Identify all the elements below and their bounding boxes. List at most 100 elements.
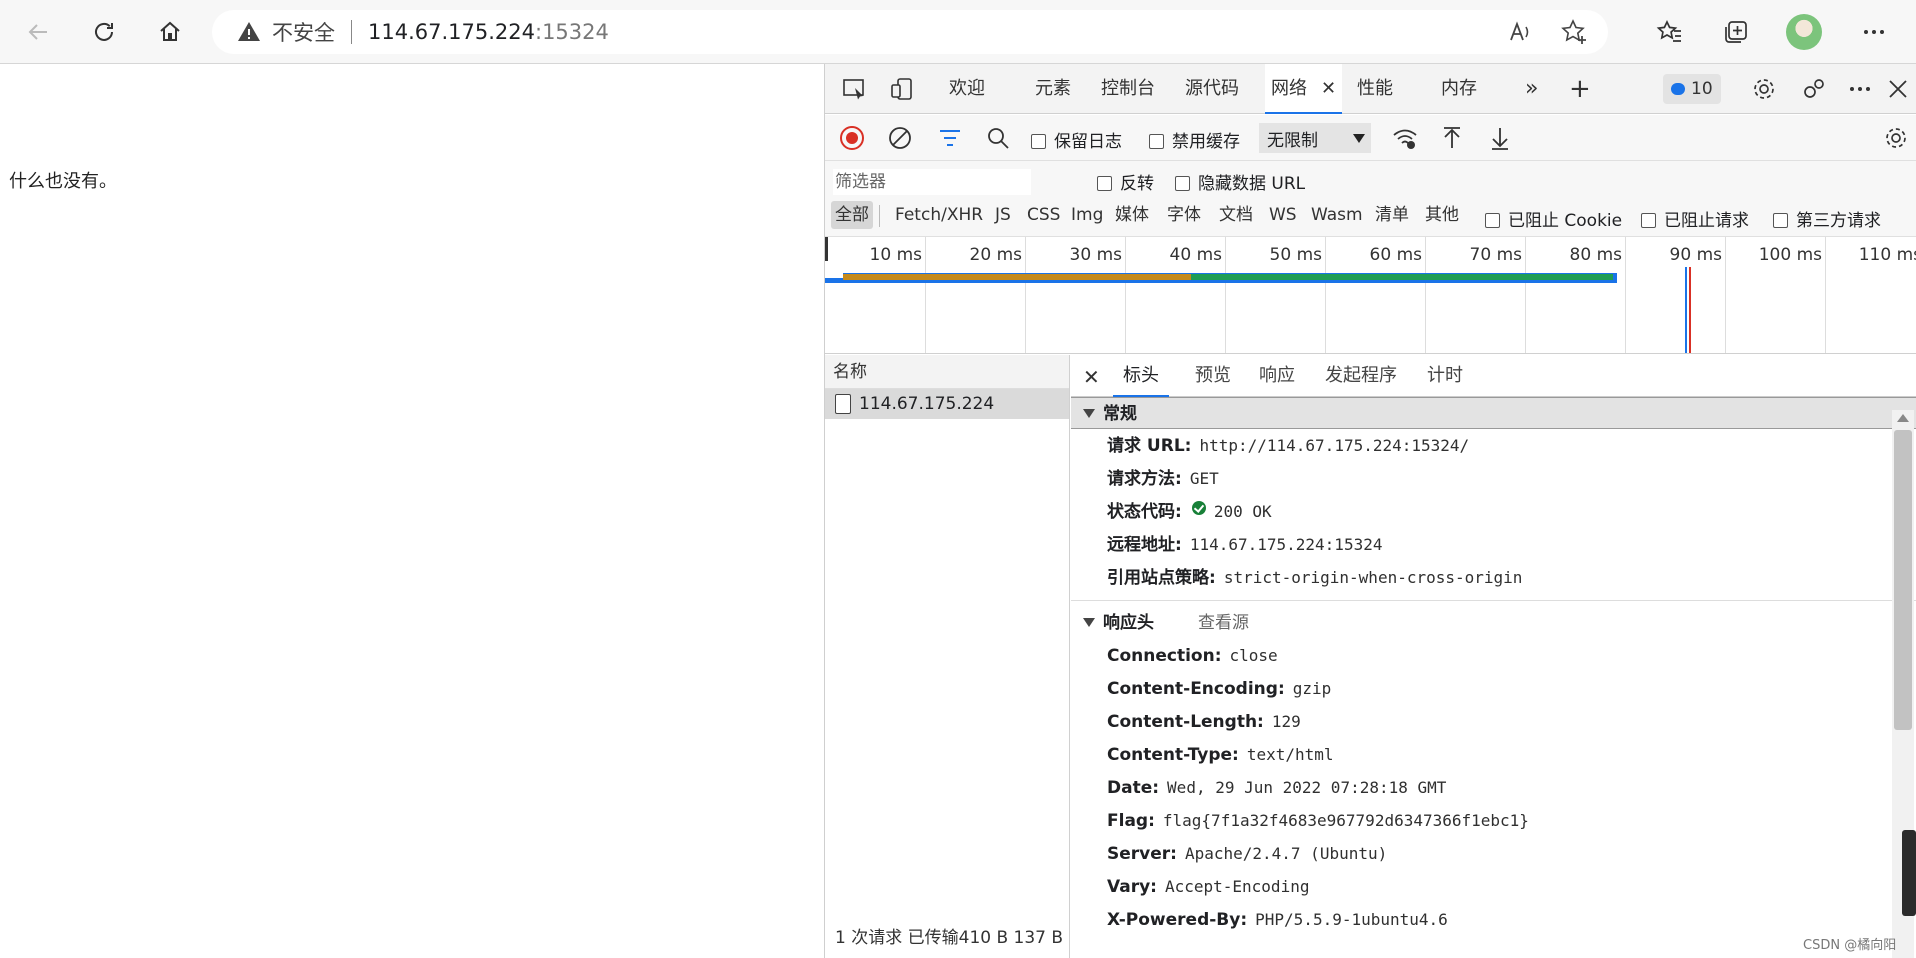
filter-type-img[interactable]: Img	[1071, 201, 1103, 229]
tab-performance[interactable]: 性能	[1357, 64, 1393, 114]
type-divider	[879, 205, 880, 227]
clear-icon[interactable]	[887, 125, 913, 156]
address-bar-icons	[1506, 18, 1588, 46]
remote-address-label: 远程地址:	[1107, 535, 1182, 555]
device-emulation-icon[interactable]	[889, 76, 915, 107]
hide-data-urls-checkbox[interactable]: 隐藏数据 URL	[1175, 169, 1305, 194]
tab-sources[interactable]: 源代码	[1185, 64, 1239, 114]
export-har-icon[interactable]	[1487, 125, 1513, 156]
network-conditions-icon[interactable]	[1391, 125, 1419, 158]
preserve-log-box[interactable]	[1031, 134, 1046, 149]
view-source-link[interactable]: 查看源	[1198, 613, 1249, 633]
remote-address-row: 远程地址: 114.67.175.224:15324	[1071, 528, 1916, 561]
general-section-header[interactable]: 常规	[1071, 397, 1916, 429]
devtools-panel: 欢迎 元素 控制台 源代码 网络 ✕ 性能 内存 » + 10 保留日志 禁用缓…	[824, 64, 1916, 958]
customize-icon[interactable]	[1801, 76, 1827, 107]
disable-cache-checkbox[interactable]: 禁用缓存	[1149, 127, 1240, 152]
messages-badge[interactable]: 10	[1663, 74, 1721, 104]
blocked-cookies-checkbox[interactable]: 已阻止 Cookie	[1485, 206, 1622, 231]
profile-avatar[interactable]	[1786, 14, 1822, 50]
header-value: 129	[1271, 712, 1301, 731]
add-favorite-icon[interactable]	[1560, 18, 1588, 46]
referrer-policy-label: 引用站点策略:	[1107, 568, 1216, 588]
disable-cache-box[interactable]	[1149, 134, 1164, 149]
scroll-thumb[interactable]	[1894, 430, 1912, 730]
status-summary: 1 次请求 已传输410 B 137 B 条资源	[835, 928, 1065, 948]
tab-network[interactable]: 网络 ✕	[1265, 64, 1343, 114]
header-row: Content-Encoding: gzip	[1071, 672, 1916, 705]
more-options-icon[interactable]	[1856, 14, 1892, 50]
header-name: Content-Encoding:	[1107, 679, 1285, 699]
blocked-requests-box[interactable]	[1641, 213, 1656, 228]
filter-type-css[interactable]: CSS	[1027, 201, 1060, 229]
blocked-cookies-box[interactable]	[1485, 213, 1500, 228]
filter-icon[interactable]	[937, 125, 963, 156]
filter-type-fetch-xhr[interactable]: Fetch/XHR	[895, 201, 983, 229]
filter-type-wasm[interactable]: Wasm	[1311, 201, 1363, 229]
home-icon[interactable]	[152, 14, 188, 50]
filter-type-doc[interactable]: 文档	[1219, 201, 1253, 229]
filter-type-font[interactable]: 字体	[1167, 201, 1201, 229]
invert-box[interactable]	[1097, 176, 1112, 191]
more-tabs-icon[interactable]: »	[1525, 64, 1538, 114]
message-count: 10	[1691, 79, 1713, 99]
column-header-name[interactable]: 名称	[825, 355, 1069, 389]
import-har-icon[interactable]	[1439, 125, 1465, 156]
header-row: Connection: close	[1071, 639, 1916, 672]
message-icon	[1671, 83, 1685, 95]
tab-response[interactable]: 响应	[1259, 355, 1295, 397]
hide-data-urls-box[interactable]	[1175, 176, 1190, 191]
filter-type-js[interactable]: JS	[995, 201, 1011, 229]
close-tab-icon[interactable]: ✕	[1321, 78, 1336, 99]
blocked-requests-checkbox[interactable]: 已阻止请求	[1641, 206, 1749, 231]
filter-type-ws[interactable]: WS	[1269, 201, 1297, 229]
close-devtools-icon[interactable]	[1885, 76, 1911, 107]
third-party-checkbox[interactable]: 第三方请求	[1773, 206, 1881, 231]
tab-memory[interactable]: 内存	[1441, 64, 1477, 114]
preserve-log-checkbox[interactable]: 保留日志	[1031, 127, 1122, 152]
status-code-label: 状态代码:	[1107, 502, 1182, 522]
settings-icon[interactable]	[1751, 76, 1777, 107]
network-toolbar: 保留日志 禁用缓存 无限制	[825, 115, 1916, 161]
scroll-up-icon[interactable]	[1897, 414, 1909, 422]
filter-type-all[interactable]: 全部	[831, 201, 873, 229]
request-row[interactable]: 114.67.175.224	[825, 389, 1069, 419]
tab-console[interactable]: 控制台	[1101, 64, 1155, 114]
tab-initiator[interactable]: 发起程序	[1325, 355, 1397, 397]
filter-type-manifest[interactable]: 清单	[1375, 201, 1409, 229]
insecure-label[interactable]: 不安全	[272, 17, 335, 47]
record-icon[interactable]	[839, 125, 865, 156]
collections-icon[interactable]	[1718, 14, 1754, 50]
close-icon[interactable]: ✕	[1083, 365, 1100, 389]
address-bar[interactable]: 不安全 114.67.175.224:15324	[212, 10, 1608, 54]
url-port: :15324	[535, 20, 609, 44]
inspect-element-icon[interactable]	[841, 76, 867, 107]
tab-headers[interactable]: 标头	[1113, 355, 1169, 397]
network-settings-icon[interactable]	[1883, 125, 1909, 156]
third-party-box[interactable]	[1773, 213, 1788, 228]
tab-timing[interactable]: 计时	[1427, 355, 1463, 397]
reload-icon[interactable]	[86, 14, 122, 50]
response-headers-section-header[interactable]: 响应头 查看源	[1071, 607, 1916, 639]
read-aloud-icon[interactable]	[1506, 18, 1534, 46]
timeline-overview[interactable]: 10 ms 20 ms 30 ms 40 ms 50 ms 60 ms 70 m…	[825, 237, 1916, 354]
add-tab-icon[interactable]: +	[1569, 64, 1591, 114]
filter-input[interactable]: 筛选器	[833, 169, 1031, 195]
back-icon[interactable]	[20, 14, 56, 50]
header-row: Vary: Accept-Encoding	[1071, 870, 1916, 903]
filter-type-media[interactable]: 媒体	[1115, 201, 1149, 229]
devtools-tab-bar: 欢迎 元素 控制台 源代码 网络 ✕ 性能 内存 » + 10	[825, 64, 1916, 114]
tab-preview[interactable]: 预览	[1195, 355, 1231, 397]
more-options-icon[interactable]	[1847, 76, 1873, 107]
favorites-icon[interactable]	[1652, 14, 1688, 50]
tab-elements[interactable]: 元素	[1035, 64, 1071, 114]
status-ok-icon	[1191, 501, 1206, 515]
header-name: Vary:	[1107, 877, 1157, 897]
throttling-select[interactable]: 无限制	[1259, 123, 1371, 153]
preserve-log-label: 保留日志	[1054, 132, 1122, 152]
hide-data-urls-label: 隐藏数据 URL	[1198, 174, 1306, 194]
filter-type-other[interactable]: 其他	[1425, 201, 1459, 229]
tab-welcome[interactable]: 欢迎	[949, 64, 985, 114]
search-icon[interactable]	[985, 125, 1011, 156]
invert-checkbox[interactable]: 反转	[1097, 169, 1154, 194]
